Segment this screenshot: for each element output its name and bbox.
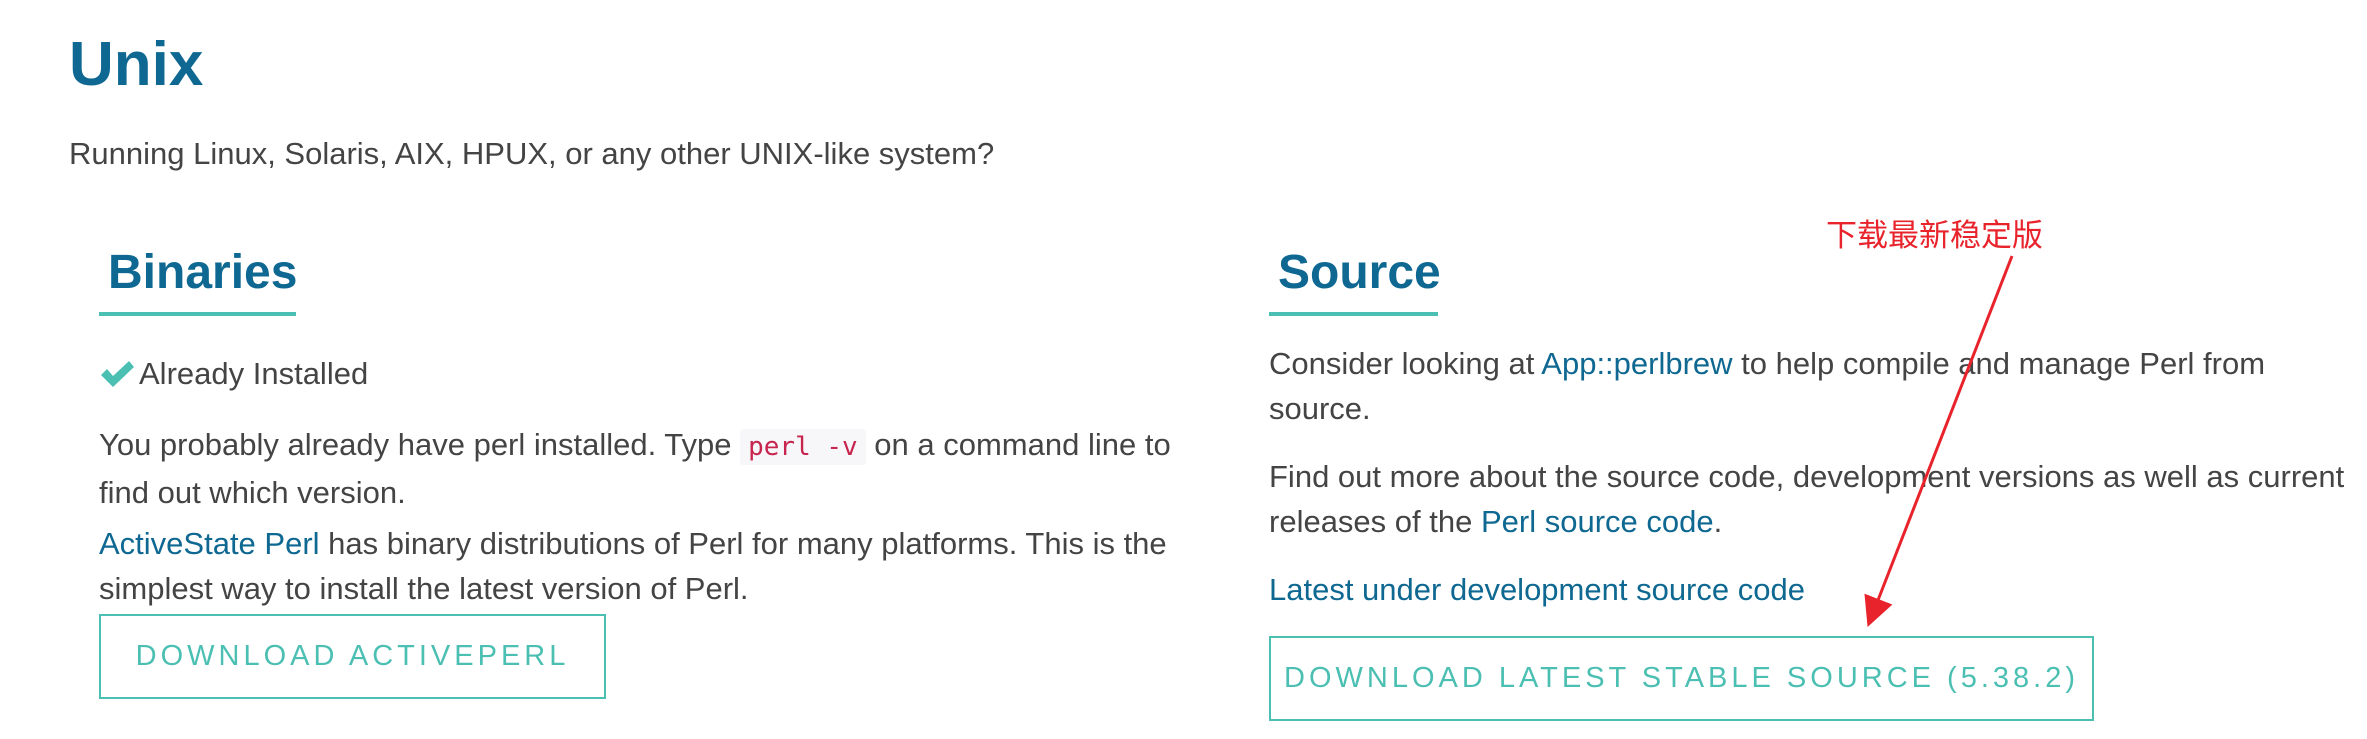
binaries-para1-text-after: on a command line to: [865, 427, 1171, 462]
page-subtitle: Running Linux, Solaris, AIX, HPUX, or an…: [69, 136, 995, 171]
perl-source-code-link[interactable]: Perl source code: [1481, 504, 1714, 539]
source-paragraph-2: Find out more about the source code, dev…: [1269, 454, 2364, 544]
source-para1-text: Consider looking at: [1269, 346, 1542, 381]
check-icon: [99, 359, 135, 389]
source-para2-line1: Find out more about the source code, dev…: [1269, 459, 2345, 494]
binaries-paragraph-1: You probably already have perl installed…: [99, 422, 1219, 515]
perlbrew-link[interactable]: App::perlbrew: [1541, 346, 1732, 381]
already-installed-label: Already Installed: [139, 356, 369, 391]
source-heading: Source: [1278, 246, 1441, 299]
binaries-para1-text: You probably already have perl installed…: [99, 427, 741, 462]
source-underline: [1269, 312, 1438, 316]
binaries-para1-line2: find out which version.: [99, 475, 406, 510]
perl-version-command: perl -v: [740, 429, 866, 465]
binaries-para2-line2: simplest way to install the latest versi…: [99, 571, 749, 606]
source-para1-line2: source.: [1269, 391, 1371, 426]
download-stable-source-button[interactable]: DOWNLOAD LATEST STABLE SOURCE (5.38.2): [1269, 636, 2094, 721]
binaries-para2-text: has binary distributions of Perl for man…: [319, 526, 1167, 561]
activestate-perl-link[interactable]: ActiveState Perl: [99, 526, 320, 561]
dev-source-code-link[interactable]: Latest under development source code: [1269, 572, 1805, 607]
already-installed: Already Installed: [99, 354, 368, 394]
binaries-underline: [99, 312, 296, 316]
source-para2-period: .: [1713, 504, 1723, 539]
annotation-label: 下载最新稳定版: [1826, 218, 2043, 254]
source-paragraph-1: Consider looking at App::perlbrew to hel…: [1269, 341, 2359, 431]
page-title: Unix: [69, 30, 204, 99]
binaries-heading: Binaries: [108, 246, 298, 299]
source-para1-text-after: to help compile and manage Perl from: [1732, 346, 2266, 381]
binaries-paragraph-2: ActiveState Perl has binary distribution…: [99, 521, 1259, 611]
source-para2-text: releases of the: [1269, 504, 1481, 539]
download-activeperl-button[interactable]: DOWNLOAD ACTIVEPERL: [99, 614, 606, 699]
dev-source-paragraph: Latest under development source code: [1269, 567, 1805, 612]
